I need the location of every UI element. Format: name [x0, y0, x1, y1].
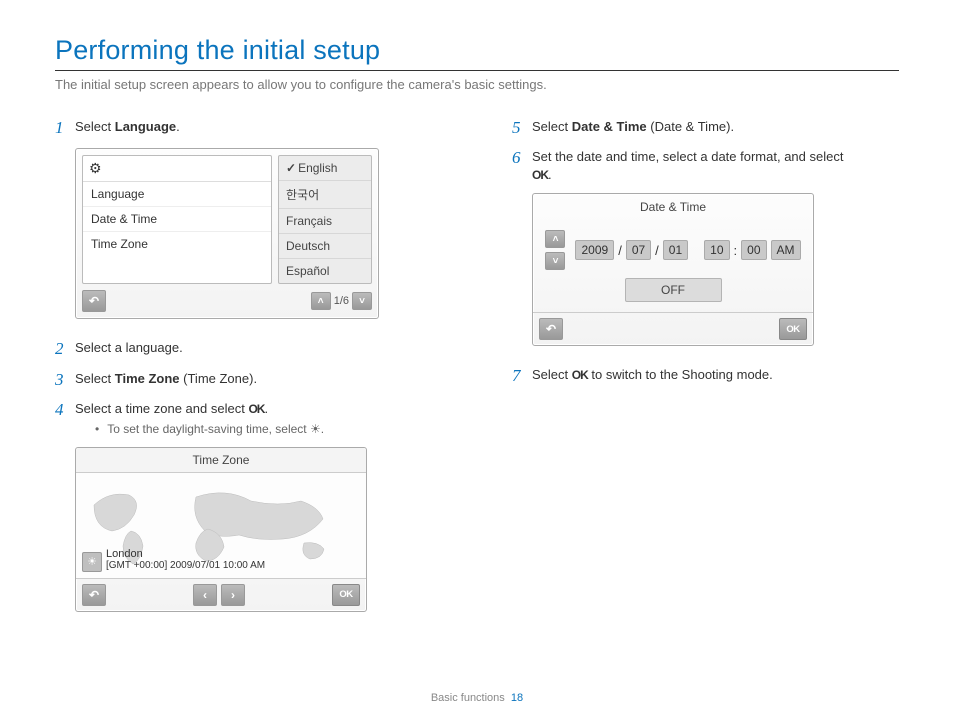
step-number: 6 — [512, 148, 532, 183]
step-bullet: • To set the daylight-saving time, selec… — [95, 421, 442, 437]
pager-text: 1/6 — [334, 295, 349, 307]
step-text: Select a language. — [75, 339, 442, 359]
panel-title: Time Zone — [76, 448, 366, 473]
back-button[interactable]: ↶ — [82, 584, 106, 606]
step-number: 7 — [512, 366, 532, 386]
timezone-panel: Time Zone ☀ London [GMT +00:00] 2009/07/… — [75, 447, 367, 612]
value-down-button[interactable]: ˅ — [545, 252, 565, 270]
date-format-toggle[interactable]: OFF — [625, 278, 722, 302]
step-1: 1 Select Language. — [55, 118, 442, 138]
prev-button[interactable]: ‹ — [193, 584, 217, 606]
right-column: 5 Select Date & Time (Date & Time). 6 Se… — [512, 118, 899, 632]
lang-option-german[interactable]: Deutsch — [279, 234, 371, 259]
lang-option-spanish[interactable]: Español — [279, 259, 371, 283]
ok-button[interactable]: OK — [779, 318, 807, 340]
dst-toggle[interactable]: ☀ — [82, 552, 102, 572]
step-number: 4 — [55, 400, 75, 437]
ampm-field[interactable]: AM — [771, 240, 801, 260]
left-column: 1 Select Language. ⚙︎ Language Date & Ti… — [55, 118, 442, 632]
menu-item-datetime[interactable]: Date & Time — [83, 207, 271, 232]
step-7: 7 Select OK to switch to the Shooting mo… — [512, 366, 899, 386]
step-2: 2 Select a language. — [55, 339, 442, 359]
hour-field[interactable]: 10 — [704, 240, 729, 260]
minute-field[interactable]: 00 — [741, 240, 766, 260]
day-field[interactable]: 01 — [663, 240, 688, 260]
language-panel: ⚙︎ Language Date & Time Time Zone ✓Engli… — [75, 148, 379, 319]
menu-item-language[interactable]: Language — [83, 182, 271, 207]
step-6: 6 Set the date and time, select a date f… — [512, 148, 899, 183]
lang-option-french[interactable]: Français — [279, 209, 371, 234]
datetime-panel: Date & Time ˄ ˅ 2009 / 07 / 01 10 : 00 — [532, 193, 814, 346]
step-number: 1 — [55, 118, 75, 138]
page-footer: Basic functions 18 — [0, 692, 954, 704]
lang-option-korean[interactable]: 한국어 — [279, 181, 371, 209]
month-field[interactable]: 07 — [626, 240, 651, 260]
step-5: 5 Select Date & Time (Date & Time). — [512, 118, 899, 138]
page-title: Performing the initial setup — [55, 35, 899, 66]
back-button[interactable]: ↶ — [82, 290, 106, 312]
gear-icon: ⚙︎ — [83, 156, 271, 182]
sun-icon: ☀ — [310, 422, 321, 436]
ok-glyph: OK — [572, 368, 588, 382]
year-field[interactable]: 2009 — [575, 240, 614, 260]
panel-title: Date & Time — [533, 194, 813, 220]
step-number: 2 — [55, 339, 75, 359]
step-bold: Language — [115, 119, 176, 134]
settings-menu: ⚙︎ Language Date & Time Time Zone — [82, 155, 272, 284]
step-bold: Time Zone — [115, 371, 180, 386]
page-down-button[interactable]: ˅ — [352, 292, 372, 310]
page-up-button[interactable]: ˄ — [311, 292, 331, 310]
ok-glyph: OK — [248, 402, 264, 416]
ok-button[interactable]: OK — [332, 584, 360, 606]
step-text: Select — [75, 119, 115, 134]
ok-glyph: OK — [532, 168, 548, 182]
pager: ˄ 1/6 ˅ — [311, 292, 372, 310]
step-3: 3 Select Time Zone (Time Zone). — [55, 370, 442, 390]
lang-option-english[interactable]: ✓English — [279, 156, 371, 181]
world-map[interactable]: ☀ London [GMT +00:00] 2009/07/01 10:00 A… — [76, 473, 366, 579]
back-button[interactable]: ↶ — [539, 318, 563, 340]
value-up-button[interactable]: ˄ — [545, 230, 565, 248]
step-4: 4 Select a time zone and select OK. • To… — [55, 400, 442, 437]
menu-item-timezone[interactable]: Time Zone — [83, 232, 271, 256]
title-rule — [55, 70, 899, 71]
step-number: 3 — [55, 370, 75, 390]
step-number: 5 — [512, 118, 532, 138]
step-bold: Date & Time — [572, 119, 647, 134]
timezone-caption: London [GMT +00:00] 2009/07/01 10:00 AM — [106, 548, 265, 572]
next-button[interactable]: › — [221, 584, 245, 606]
language-options: ✓English 한국어 Français Deutsch Español — [278, 155, 372, 284]
page-subtitle: The initial setup screen appears to allo… — [55, 77, 899, 92]
